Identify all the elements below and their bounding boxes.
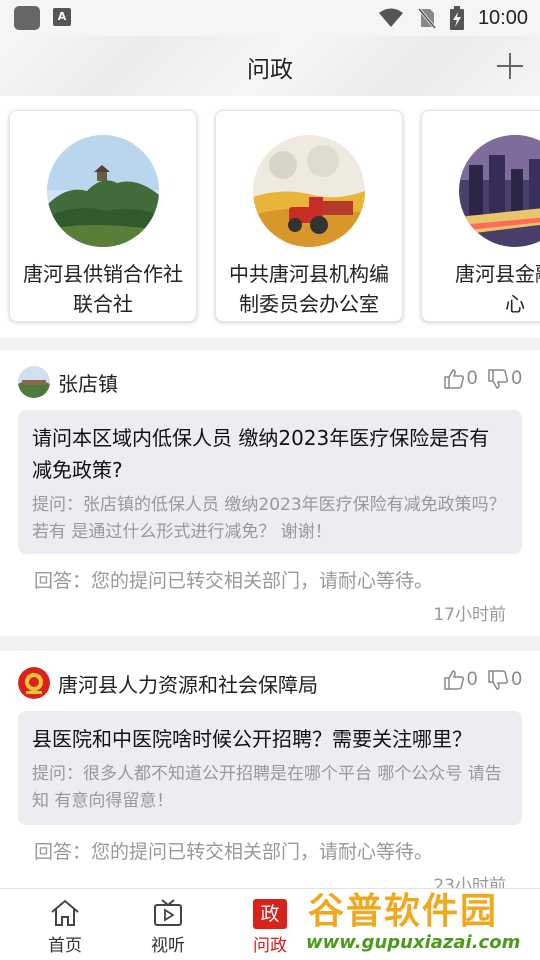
answer-text: 回答：您的提问已转交相关部门，请耐心等待。 (34, 570, 434, 592)
poster-name: 唐河县人力资源和社会保障局 (58, 672, 318, 697)
thumbs-down-icon (488, 369, 509, 389)
vote-controls: 0 0 (443, 669, 522, 691)
nav-video[interactable]: 视听 (133, 889, 203, 960)
question-box[interactable]: 请问本区域内低保人员 缴纳2023年医疗保险是否有减免政策? 提问：张店镇的低保… (18, 410, 522, 554)
like-button[interactable]: 0 (443, 368, 478, 390)
watermark-title: 谷普软件园 (308, 891, 499, 932)
nav-home[interactable]: 首页 (30, 889, 100, 960)
poster-info[interactable]: 张店镇 (18, 366, 118, 398)
thumbs-up-icon (444, 670, 464, 690)
avatar (18, 667, 50, 699)
dislike-count: 0 (511, 669, 522, 690)
watermark-url: www.gupuxiazai.com (306, 932, 521, 953)
department-name: 唐河县供销合作社 联合社 (16, 259, 190, 319)
home-icon (51, 899, 79, 926)
battery-charging-icon (449, 6, 464, 30)
dislike-button[interactable]: 0 (487, 368, 522, 390)
department-name-line: 制委员会办公室 (239, 292, 379, 316)
poster-info[interactable]: 唐河县人力资源和社会保障局 (18, 667, 318, 699)
plus-icon[interactable] (494, 50, 526, 82)
department-name-line: 中共唐河县机构编 (229, 262, 389, 286)
thumbs-up-icon (444, 369, 464, 389)
like-count: 0 (466, 669, 478, 690)
question-body: 提问：张店镇的低保人员 缴纳2023年医疗保险有减免政策吗？若有 是通过什么形式… (32, 495, 506, 542)
avatar (18, 366, 50, 398)
department-carousel[interactable]: 唐河县供销合作社 联合社 中共唐河县机构编 制委员会办公室 唐河县金 心 (0, 96, 540, 338)
department-image (253, 135, 365, 247)
department-card[interactable]: 唐河县金融服 心 (421, 110, 540, 322)
dislike-count: 0 (511, 368, 522, 389)
like-count: 0 (466, 368, 478, 389)
tv-icon (154, 899, 182, 926)
question-title: 请问本区域内低保人员 缴纳2023年医疗保险是否有减免政策? (32, 426, 490, 482)
post-time: 17小时前 (433, 605, 506, 625)
nav-label: 问政 (253, 936, 287, 956)
question-box[interactable]: 县医院和中医院啥时候公开招聘？需要关注哪里？ 提问：很多人都不知道公开招聘是在哪… (18, 711, 522, 825)
department-name-line: 心 (505, 292, 525, 316)
app-notification-icon (14, 6, 40, 30)
thumbs-down-icon (488, 670, 509, 690)
department-name-line: 唐河县金融服 (455, 262, 540, 286)
department-name: 唐河县金融服 心 (428, 259, 540, 319)
vote-controls: 0 0 (443, 368, 522, 390)
department-image (47, 135, 159, 247)
department-card[interactable]: 中共唐河县机构编 制委员会办公室 (215, 110, 403, 322)
question-title: 县医院和中医院啥时候公开招聘？需要关注哪里？ (32, 727, 472, 751)
question-body: 提问：很多人都不知道公开招聘是在哪个平台 哪个公众号 请告知 有意向得留意！ (32, 764, 502, 811)
department-name: 中共唐河县机构编 制委员会办公室 (222, 259, 396, 319)
status-bar: A 10:00 (0, 0, 540, 36)
like-button[interactable]: 0 (443, 669, 478, 691)
department-card[interactable]: 唐河县供销合作社 联合社 (9, 110, 197, 322)
page-title: 问政 (247, 57, 293, 83)
department-image (459, 135, 540, 247)
dislike-button[interactable]: 0 (487, 669, 522, 691)
nav-label: 首页 (48, 936, 82, 956)
watermark: 谷普软件园 www.gupuxiazai.com (300, 876, 540, 960)
department-name-line: 联合社 (73, 292, 133, 316)
department-name-line: 唐河县供销合作社 (23, 262, 183, 286)
question-card[interactable]: 唐河县人力资源和社会保障局 0 0 县医院和中医院啥时候公开招聘？需要关注哪里？… (0, 651, 540, 896)
app-header: 问政 (0, 36, 540, 96)
poster-name: 张店镇 (58, 371, 118, 396)
no-sim-icon (417, 8, 436, 29)
text-notification-icon: A (53, 8, 71, 26)
zheng-icon: 政 (253, 899, 287, 929)
nav-label: 视听 (151, 936, 185, 956)
answer-text: 回答：您的提问已转交相关部门，请耐心等待。 (34, 841, 434, 863)
clock: 10:00 (477, 6, 528, 29)
wifi-icon (378, 8, 403, 27)
question-card[interactable]: 张店镇 0 0 请问本区域内低保人员 缴纳2023年医疗保险是否有减免政策? 提… (0, 350, 540, 636)
nav-wenzheng[interactable]: 政 问政 (235, 889, 305, 960)
